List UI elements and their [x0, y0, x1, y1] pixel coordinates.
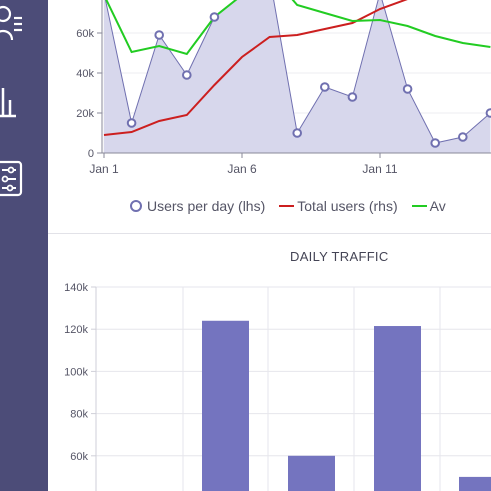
chart-title: DAILY TRAFFIC — [290, 249, 389, 264]
legend-label-users-per-day: Users per day (lhs) — [147, 198, 266, 214]
y-tick-label: 20k — [76, 108, 94, 120]
y-tick-label: 60k — [70, 451, 88, 463]
y-tick-label: 0 — [88, 148, 94, 160]
data-point — [347, 92, 358, 102]
data-point — [402, 84, 413, 94]
legend-item-total-users[interactable]: Total users (rhs) — [279, 198, 398, 214]
red-line-marker-icon — [279, 205, 295, 207]
bar — [202, 320, 249, 491]
x-tick-label: Jan 1 — [89, 162, 119, 176]
bar-chart-icon[interactable] — [0, 82, 26, 122]
y-tick-label: 140k — [64, 282, 88, 294]
y-tick-label: 80k — [70, 409, 88, 421]
legend-label-average: Av — [429, 198, 446, 214]
daily-traffic-panel: 40k60k80k100k120k140k — [48, 234, 491, 491]
legend-label-total-users: Total users (rhs) — [297, 198, 398, 214]
users-list-icon[interactable] — [0, 2, 26, 42]
data-point — [126, 118, 137, 128]
x-tick-label: Jan 6 — [227, 162, 257, 176]
bar — [374, 326, 421, 491]
y-tick-label: 40k — [76, 68, 94, 80]
data-point — [292, 128, 302, 138]
data-point — [209, 12, 220, 22]
daily-traffic-chart[interactable]: 40k60k80k100k120k140k — [48, 234, 491, 491]
series-line-average — [105, 0, 491, 56]
data-point — [320, 82, 330, 92]
data-point — [154, 30, 164, 40]
data-point — [458, 132, 468, 142]
data-point — [430, 138, 441, 148]
data-point — [485, 108, 491, 118]
y-tick-label: 100k — [64, 366, 88, 378]
sliders-icon[interactable] — [0, 160, 26, 200]
users-chart-legend: Users per day (lhs) Total users (rhs) Av — [130, 196, 460, 216]
sidebar — [0, 0, 48, 491]
circle-marker-icon — [130, 200, 142, 212]
x-tick-label: Jan 11 — [362, 162, 397, 176]
y-tick-label: 120k — [64, 324, 88, 336]
y-tick-label: 60k — [76, 28, 94, 40]
bar — [288, 455, 335, 491]
legend-item-average[interactable]: Av — [411, 198, 446, 214]
data-point — [182, 70, 192, 80]
green-line-marker-icon — [411, 205, 427, 207]
bar — [459, 476, 491, 491]
legend-item-users-per-day[interactable]: Users per day (lhs) — [130, 198, 265, 214]
